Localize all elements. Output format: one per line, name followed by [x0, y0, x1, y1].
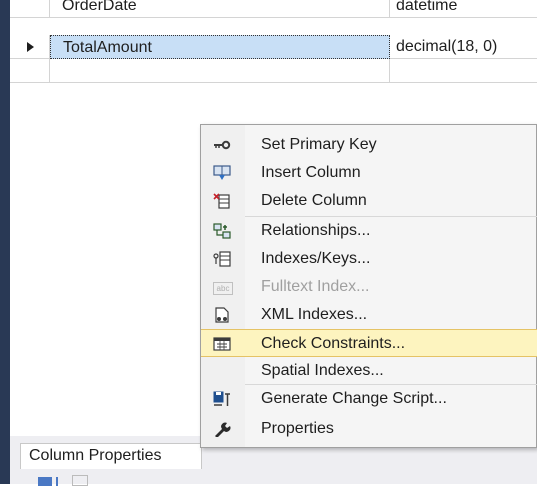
row-selector[interactable]	[10, 35, 50, 59]
categorized-icon[interactable]	[38, 477, 52, 486]
row-selector[interactable]	[10, 0, 50, 18]
menu-item-insert-column[interactable]: Insert Column	[201, 159, 537, 187]
column-name-cell[interactable]	[50, 59, 390, 83]
sort-icon[interactable]	[56, 477, 66, 486]
check-constraints-icon	[213, 336, 231, 352]
indexes-icon	[213, 251, 231, 267]
table-row[interactable]: TotalAmount decimal(18, 0)	[10, 35, 537, 59]
column-name-cell[interactable]: OrderDate	[50, 0, 390, 18]
row-selector[interactable]	[10, 59, 50, 83]
menu-item-label: Insert Column	[261, 164, 361, 181]
column-name-cell[interactable]: TotalAmount	[50, 35, 390, 59]
menu-item-label: Indexes/Keys...	[261, 250, 371, 267]
insert-column-icon	[213, 165, 231, 181]
tab-column-properties[interactable]: Column Properties	[20, 443, 202, 469]
menu-item-label: Relationships...	[261, 222, 371, 239]
menu-item-label: Fulltext Index...	[261, 278, 370, 295]
menu-item-label: Set Primary Key	[261, 136, 377, 153]
menu-item-label: Check Constraints...	[261, 335, 406, 352]
menu-item-check-constraints[interactable]: Check Constraints...	[201, 329, 537, 357]
context-menu: Set Primary Key Insert Column Delete Col…	[200, 124, 537, 448]
menu-item-xml-indexes[interactable]: XML Indexes...	[201, 301, 537, 329]
menu-item-label: Generate Change Script...	[261, 390, 447, 407]
menu-item-properties[interactable]: Properties	[201, 415, 537, 443]
key-icon	[213, 137, 231, 153]
delete-column-icon	[213, 193, 231, 209]
property-pages-icon[interactable]	[72, 475, 88, 486]
menu-item-label: Properties	[261, 420, 334, 437]
menu-item-delete-column[interactable]: Delete Column	[201, 187, 537, 215]
designer-left-border	[0, 0, 10, 484]
table-row[interactable]: OrderDate datetime	[10, 0, 537, 18]
table-designer-grid: OrderDate datetime TotalAmount decimal(1…	[10, 0, 537, 90]
fulltext-icon: abc	[213, 282, 233, 295]
menu-item-spatial-indexes[interactable]: Spatial Indexes...	[201, 357, 537, 385]
data-type-cell[interactable]: decimal(18, 0)	[390, 35, 537, 59]
current-row-arrow-icon	[27, 42, 34, 52]
menu-item-indexes-keys[interactable]: Indexes/Keys...	[201, 245, 537, 273]
properties-toolbar	[38, 475, 88, 489]
relationships-icon	[213, 223, 231, 239]
data-type-cell[interactable]	[390, 59, 537, 83]
menu-item-label: XML Indexes...	[261, 306, 368, 323]
table-row[interactable]	[10, 59, 537, 83]
menu-item-generate-change-script[interactable]: Generate Change Script...	[201, 385, 537, 413]
change-script-icon	[213, 391, 231, 407]
menu-item-label: Delete Column	[261, 192, 367, 209]
xml-index-icon	[213, 307, 231, 323]
menu-item-relationships[interactable]: Relationships...	[201, 217, 537, 245]
wrench-icon	[213, 421, 231, 438]
menu-item-fulltext-index: abc Fulltext Index...	[201, 273, 537, 301]
menu-item-set-primary-key[interactable]: Set Primary Key	[201, 131, 537, 159]
menu-item-label: Spatial Indexes...	[261, 362, 384, 379]
data-type-cell[interactable]: datetime	[390, 0, 537, 18]
